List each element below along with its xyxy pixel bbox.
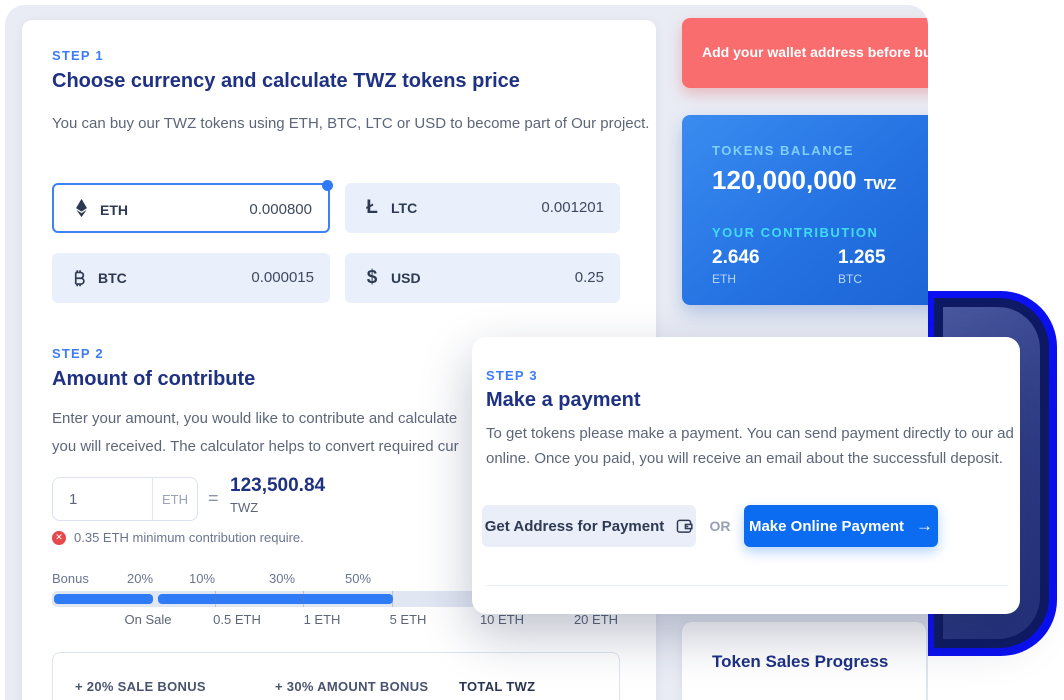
contribution-eth: 2.646 ETH — [712, 247, 760, 286]
your-contribution-label: YOUR CONTRIBUTION — [712, 225, 878, 240]
online-payment-label: Make Online Payment — [749, 518, 904, 535]
amount-unit-label: ETH — [152, 478, 197, 520]
balance-unit: TWZ — [864, 176, 896, 193]
sale-bonus-label: + 20% SALE BONUS — [75, 679, 206, 694]
bonus-progress-segment — [54, 594, 153, 604]
step3-label: STEP 3 — [486, 368, 538, 383]
get-address-button[interactable]: Get Address for Payment — [482, 505, 696, 547]
bonus-label: Bonus — [52, 571, 89, 586]
step3-description-line1: To get tokens please make a payment. You… — [486, 425, 1014, 442]
step3-title: Make a payment — [486, 389, 641, 412]
tokens-balance-label: TOKENS BALANCE — [712, 143, 854, 158]
token-result-value: 123,500.84 — [230, 475, 325, 497]
bonus-tier-label: 10% — [180, 571, 224, 586]
balance-value: 120,000,000 — [712, 165, 857, 195]
currency-rate: 0.000800 — [249, 201, 312, 218]
amount-bonus-label: + 30% AMOUNT BONUS — [275, 679, 428, 694]
scale-label: 20 ETH — [565, 612, 627, 627]
bonus-tier-label: 50% — [336, 571, 380, 586]
currency-code: ETH — [100, 202, 128, 218]
currency-rate: 0.25 — [575, 269, 604, 286]
currency-rate: 0.000015 — [251, 269, 314, 286]
step2-description-line1: Enter your amount, you would like to con… — [52, 410, 457, 427]
scale-label: 10 ETH — [471, 612, 533, 627]
contribution-value: 1.265 — [838, 247, 886, 269]
btc-icon — [68, 253, 90, 303]
token-sales-progress-card: Token Sales Progress — [682, 622, 926, 700]
step2-title: Amount of contribute — [52, 368, 255, 391]
scale-label: On Sale — [117, 612, 179, 627]
error-icon: ✕ — [52, 531, 66, 545]
bonus-summary-box: + 20% SALE BONUS + 30% AMOUNT BONUS TOTA… — [52, 652, 620, 700]
token-sales-progress-title: Token Sales Progress — [712, 652, 888, 672]
bonus-tier-label: 20% — [118, 571, 162, 586]
minimum-contribution-error: ✕ 0.35 ETH minimum contribution require. — [52, 530, 304, 545]
tokens-balance-card: TOKENS BALANCE 120,000,000 TWZ YOUR CONT… — [682, 115, 928, 305]
total-twz-label: TOTAL TWZ — [459, 679, 535, 694]
currency-code: BTC — [98, 270, 127, 286]
currency-tile-btc[interactable]: BTC 0.000015 — [52, 253, 330, 303]
wallet-icon — [676, 519, 693, 534]
ltc-icon: Ł — [361, 183, 383, 233]
currency-tile-usd[interactable]: $ USD 0.25 — [345, 253, 620, 303]
make-online-payment-button[interactable]: Make Online Payment → — [744, 505, 938, 547]
step1-label: STEP 1 — [52, 48, 104, 63]
bonus-tier-label: 30% — [260, 571, 304, 586]
alert-message: Add your wallet address before bu — [702, 44, 928, 60]
currency-tile-ltc[interactable]: Ł LTC 0.001201 — [345, 183, 620, 233]
make-payment-card: STEP 3 Make a payment To get tokens plea… — [472, 337, 1020, 614]
selected-dot — [322, 180, 333, 191]
get-address-label: Get Address for Payment — [485, 518, 665, 535]
track-tick — [303, 591, 304, 607]
usd-icon: $ — [361, 253, 383, 303]
scale-label: 1 ETH — [291, 612, 353, 627]
track-tick — [392, 591, 393, 607]
contribution-btc: 1.265 BTC — [838, 247, 886, 286]
card-divider — [486, 585, 1008, 586]
eth-icon — [70, 185, 92, 231]
or-separator: OR — [696, 505, 744, 547]
amount-input[interactable] — [53, 478, 152, 520]
wallet-alert-banner: Add your wallet address before bu — [682, 18, 928, 88]
step3-description-line2: online. Once you paid, you will receive … — [486, 450, 1003, 467]
currency-tile-eth[interactable]: ETH 0.000800 — [52, 183, 330, 233]
error-message: 0.35 ETH minimum contribution require. — [74, 530, 304, 545]
scale-label: 5 ETH — [377, 612, 439, 627]
step2-description-line2: you will received. The calculator helps … — [52, 438, 459, 455]
token-result-unit: TWZ — [230, 500, 258, 515]
track-tick — [215, 591, 216, 607]
bonus-progress-segment — [158, 594, 393, 604]
step2-label: STEP 2 — [52, 346, 104, 361]
equals-sign: = — [208, 488, 219, 509]
step1-title: Choose currency and calculate TWZ tokens… — [52, 70, 520, 93]
contribution-currency: BTC — [838, 272, 886, 286]
currency-rate: 0.001201 — [541, 199, 604, 216]
amount-input-group: ETH — [52, 477, 198, 521]
currency-code: LTC — [391, 200, 417, 216]
step1-description: You can buy our TWZ tokens using ETH, BT… — [52, 109, 657, 138]
contribution-value: 2.646 — [712, 247, 760, 269]
currency-code: USD — [391, 270, 421, 286]
scale-label: 0.5 ETH — [206, 612, 268, 627]
tokens-balance-amount: 120,000,000 TWZ — [712, 165, 896, 196]
arrow-right-icon: → — [916, 516, 933, 536]
contribution-currency: ETH — [712, 272, 760, 286]
